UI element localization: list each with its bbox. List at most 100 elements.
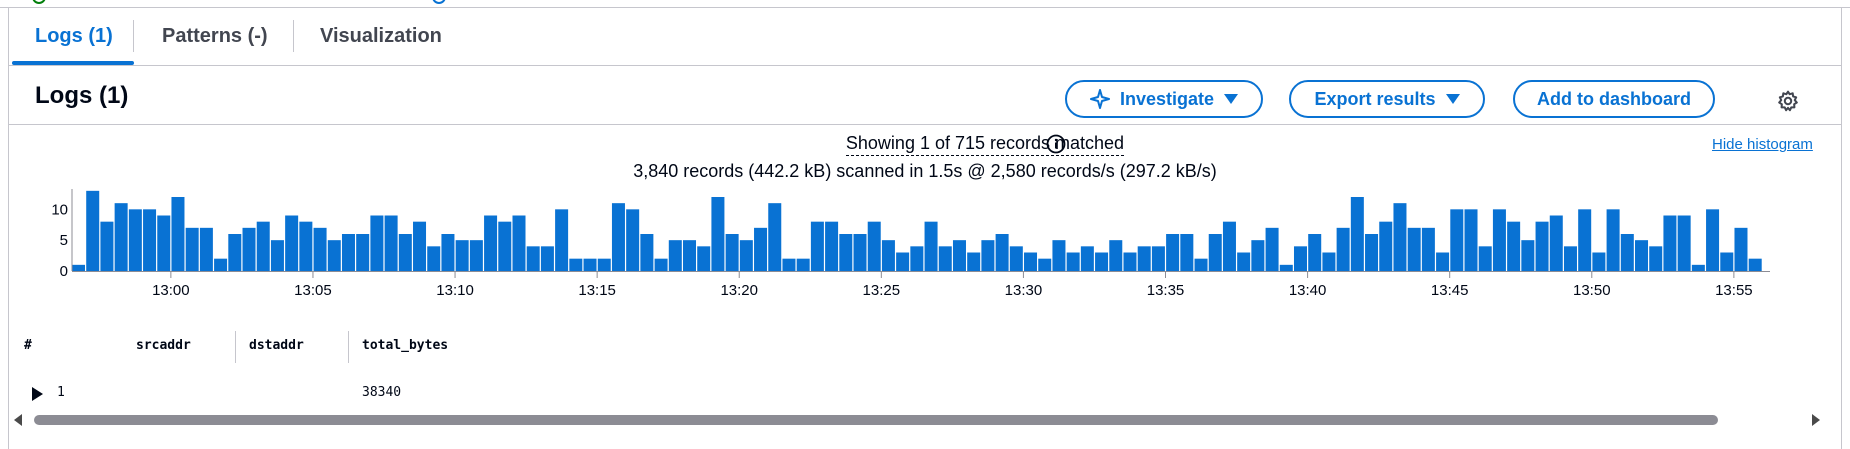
histogram-bar — [455, 240, 469, 271]
x-tick-label: 13:45 — [1431, 282, 1469, 298]
investigate-button[interactable]: Investigate — [1065, 80, 1263, 118]
histogram-bar — [199, 227, 213, 271]
histogram-bar — [540, 246, 554, 271]
histogram-bar — [640, 234, 654, 271]
histogram-bar — [1663, 215, 1677, 271]
histogram-bar — [341, 234, 355, 271]
x-tick-label: 13:00 — [152, 282, 190, 298]
column-header-dstaddr[interactable]: dstaddr — [249, 338, 304, 353]
records-matched-text: Showing 1 of 715 records matched — [845, 133, 1125, 156]
histogram-bar — [1123, 252, 1137, 271]
histogram-bar — [469, 240, 483, 271]
x-tick-label: 13:15 — [578, 282, 616, 298]
histogram-bar — [1194, 258, 1208, 271]
histogram-bar — [128, 209, 142, 271]
y-tick-label: 5 — [60, 232, 68, 249]
histogram-bar — [1024, 252, 1038, 271]
histogram-bar — [1592, 252, 1606, 271]
histogram-bar — [1251, 240, 1265, 271]
histogram-bar — [654, 258, 668, 271]
tab-divider — [293, 20, 294, 52]
histogram-bar — [1166, 234, 1180, 271]
histogram-bar — [526, 246, 540, 271]
hide-histogram-link[interactable]: Hide histogram — [1712, 136, 1813, 153]
gear-icon[interactable] — [1777, 90, 1799, 112]
histogram-bar — [967, 252, 981, 271]
column-header-srcaddr[interactable]: srcaddr — [136, 338, 191, 353]
histogram-bar — [569, 258, 583, 271]
histogram-bar — [86, 190, 100, 271]
tab-logs[interactable]: Logs (1) — [35, 25, 113, 48]
row-index-cell: 1 — [57, 385, 65, 400]
histogram-bar — [1322, 252, 1336, 271]
histogram-bar — [1009, 246, 1023, 271]
histogram-bar — [1677, 215, 1691, 271]
histogram-bar — [1336, 227, 1350, 271]
histogram-bar — [299, 221, 313, 271]
histogram-bar — [1265, 227, 1279, 271]
histogram-bar — [896, 252, 910, 271]
caret-down-icon — [1445, 94, 1460, 104]
histogram-bar — [995, 234, 1009, 271]
histogram-bar — [1492, 209, 1506, 271]
histogram-bar — [910, 246, 924, 271]
histogram-bar — [498, 221, 512, 271]
histogram-bar — [1137, 246, 1151, 271]
scrollbar-thumb[interactable] — [34, 415, 1718, 425]
horizontal-scrollbar[interactable] — [10, 413, 1824, 427]
histogram-bar — [725, 234, 739, 271]
histogram-bar — [1350, 197, 1364, 271]
histogram-bar — [285, 215, 299, 271]
histogram-bar — [242, 227, 256, 271]
histogram-bar — [1109, 240, 1123, 271]
histogram-bar — [981, 240, 995, 271]
histogram-bar — [611, 203, 625, 271]
histogram-bar — [1748, 258, 1762, 271]
scroll-left-icon[interactable] — [14, 414, 22, 426]
expand-row-icon[interactable] — [32, 387, 43, 401]
histogram-bar — [1095, 252, 1109, 271]
histogram-bar — [327, 240, 341, 271]
histogram-bar — [1606, 209, 1620, 271]
histogram-bar — [683, 240, 697, 271]
histogram-chart: 0 5 10 13:00 13:05 13:10 13:15 13:20 13:25 13:30 1… — [51, 189, 1770, 298]
histogram-bar — [1635, 240, 1649, 271]
histogram-bar — [952, 240, 966, 271]
panel-title: Logs (1) — [35, 82, 129, 109]
tab-patterns[interactable]: Patterns (-) — [162, 25, 268, 48]
info-icon — [432, 0, 446, 4]
scroll-right-icon[interactable] — [1812, 414, 1820, 426]
success-icon — [32, 0, 46, 4]
histogram-bar — [114, 203, 128, 271]
tab-visualization[interactable]: Visualization — [320, 25, 442, 48]
add-to-dashboard-button[interactable]: Add to dashboard — [1513, 80, 1715, 118]
x-tick-label: 13:30 — [1005, 282, 1043, 298]
histogram-bar — [270, 240, 284, 271]
histogram-bar — [427, 246, 441, 271]
histogram-bar — [754, 227, 768, 271]
column-header-total-bytes[interactable]: total_bytes — [362, 338, 448, 353]
histogram-bar — [555, 209, 569, 271]
histogram-bar — [171, 197, 185, 271]
histogram-bar — [1421, 227, 1435, 271]
histogram-bar — [1052, 240, 1066, 271]
histogram-bar — [853, 234, 867, 271]
histogram-bar — [313, 227, 327, 271]
histogram-bar — [668, 240, 682, 271]
investigate-label: Investigate — [1119, 88, 1215, 109]
histogram-bar — [1691, 264, 1705, 271]
histogram-bar — [597, 258, 611, 271]
histogram-bar — [739, 240, 753, 271]
export-results-button[interactable]: Export results — [1289, 80, 1485, 118]
sparkle-icon — [1089, 89, 1110, 109]
histogram-bar — [711, 197, 725, 271]
info-icon[interactable] — [1046, 134, 1066, 154]
histogram-bar — [867, 221, 881, 271]
column-header-index: # — [24, 338, 32, 353]
add-to-dashboard-label: Add to dashboard — [1537, 88, 1691, 109]
records-matched-row: Showing 1 of 715 records matched — [0, 133, 1850, 156]
histogram-bar — [1478, 246, 1492, 271]
histogram-bar — [1649, 246, 1663, 271]
histogram-bar — [1180, 234, 1194, 271]
histogram-bar — [1038, 258, 1052, 271]
